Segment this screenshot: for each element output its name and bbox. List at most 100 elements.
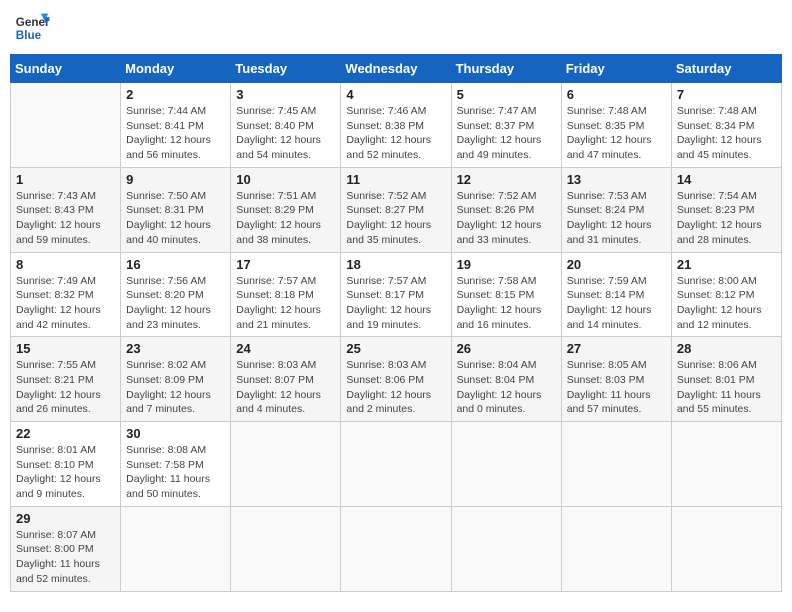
- weekday-saturday: Saturday: [671, 55, 781, 83]
- calendar-cell: 12 Sunrise: 7:52 AMSunset: 8:26 PMDayligh…: [451, 167, 561, 252]
- day-number: 5: [457, 87, 556, 102]
- weekday-wednesday: Wednesday: [341, 55, 451, 83]
- logo: General Blue: [14, 10, 54, 46]
- calendar-cell: 25 Sunrise: 8:03 AMSunset: 8:06 PMDayligh…: [341, 337, 451, 422]
- day-info: Sunrise: 7:48 AMSunset: 8:35 PMDaylight:…: [567, 104, 666, 163]
- day-number: 25: [346, 341, 445, 356]
- calendar-cell: 10Sunrise: 7:51 AMSunset: 8:29 PMDayligh…: [231, 167, 341, 252]
- day-number: 7: [677, 87, 776, 102]
- weekday-tuesday: Tuesday: [231, 55, 341, 83]
- calendar-row: 1 Sunrise: 7:43 AMSunset: 8:43 PMDaylight…: [11, 167, 782, 252]
- calendar-cell: [671, 422, 781, 507]
- svg-text:Blue: Blue: [16, 29, 42, 42]
- day-info: Sunrise: 7:49 AMSunset: 8:32 PMDaylight:…: [16, 274, 115, 333]
- day-info: Sunrise: 8:02 AMSunset: 8:09 PMDaylight:…: [126, 358, 225, 417]
- day-number: 28: [677, 341, 776, 356]
- day-number: 19: [457, 257, 556, 272]
- calendar-table: SundayMondayTuesdayWednesdayThursdayFrid…: [10, 54, 782, 592]
- calendar-cell: [11, 83, 121, 168]
- calendar-body: 2Sunrise: 7:44 AMSunset: 8:41 PMDaylight…: [11, 83, 782, 592]
- weekday-monday: Monday: [121, 55, 231, 83]
- day-number: 24: [236, 341, 335, 356]
- weekday-friday: Friday: [561, 55, 671, 83]
- day-number: 15: [16, 341, 115, 356]
- day-number: 3: [236, 87, 335, 102]
- day-number: 23: [126, 341, 225, 356]
- day-info: Sunrise: 8:03 AMSunset: 8:07 PMDaylight:…: [236, 358, 335, 417]
- calendar-cell: 24 Sunrise: 8:03 AMSunset: 8:07 PMDayligh…: [231, 337, 341, 422]
- weekday-thursday: Thursday: [451, 55, 561, 83]
- day-number: 2: [126, 87, 225, 102]
- calendar-cell: 8 Sunrise: 7:49 AMSunset: 8:32 PMDaylight…: [11, 252, 121, 337]
- day-number: 27: [567, 341, 666, 356]
- day-number: 30: [126, 426, 225, 441]
- day-number: 11: [346, 172, 445, 187]
- day-info: Sunrise: 8:01 AMSunset: 8:10 PMDaylight:…: [16, 443, 115, 502]
- calendar-cell: 21 Sunrise: 8:00 AMSunset: 8:12 PMDayligh…: [671, 252, 781, 337]
- calendar-cell: 17Sunrise: 7:57 AMSunset: 8:18 PMDayligh…: [231, 252, 341, 337]
- calendar-cell: 28 Sunrise: 8:06 AMSunset: 8:01 PMDayligh…: [671, 337, 781, 422]
- day-info: Sunrise: 7:52 AMSunset: 8:27 PMDaylight:…: [346, 189, 445, 248]
- calendar-row: 2Sunrise: 7:44 AMSunset: 8:41 PMDaylight…: [11, 83, 782, 168]
- calendar-row: 22 Sunrise: 8:01 AMSunset: 8:10 PMDayligh…: [11, 422, 782, 507]
- day-info: Sunrise: 8:04 AMSunset: 8:04 PMDaylight:…: [457, 358, 556, 417]
- day-number: 18: [346, 257, 445, 272]
- day-number: 8: [16, 257, 115, 272]
- calendar-cell: 9 Sunrise: 7:50 AMSunset: 8:31 PMDaylight…: [121, 167, 231, 252]
- calendar-cell: 5 Sunrise: 7:47 AMSunset: 8:37 PMDaylight…: [451, 83, 561, 168]
- day-number: 16: [126, 257, 225, 272]
- day-number: 22: [16, 426, 115, 441]
- day-number: 9: [126, 172, 225, 187]
- day-info: Sunrise: 7:50 AMSunset: 8:31 PMDaylight:…: [126, 189, 225, 248]
- calendar-cell: 3 Sunrise: 7:45 AMSunset: 8:40 PMDaylight…: [231, 83, 341, 168]
- day-number: 14: [677, 172, 776, 187]
- day-number: 26: [457, 341, 556, 356]
- calendar-cell: 6Sunrise: 7:48 AMSunset: 8:35 PMDaylight…: [561, 83, 671, 168]
- calendar-cell: 15 Sunrise: 7:55 AMSunset: 8:21 PMDayligh…: [11, 337, 121, 422]
- day-number: 1: [16, 172, 115, 187]
- day-info: Sunrise: 8:07 AMSunset: 8:00 PMDaylight:…: [16, 528, 115, 587]
- day-info: Sunrise: 7:45 AMSunset: 8:40 PMDaylight:…: [236, 104, 335, 163]
- day-info: Sunrise: 7:48 AMSunset: 8:34 PMDaylight:…: [677, 104, 776, 163]
- day-info: Sunrise: 8:00 AMSunset: 8:12 PMDaylight:…: [677, 274, 776, 333]
- calendar-cell: 2Sunrise: 7:44 AMSunset: 8:41 PMDaylight…: [121, 83, 231, 168]
- page-header: General Blue: [10, 10, 782, 46]
- calendar-cell: 23 Sunrise: 8:02 AMSunset: 8:09 PMDayligh…: [121, 337, 231, 422]
- day-number: 4: [346, 87, 445, 102]
- calendar-cell: 26 Sunrise: 8:04 AMSunset: 8:04 PMDayligh…: [451, 337, 561, 422]
- calendar-cell: [121, 506, 231, 591]
- calendar-cell: [231, 422, 341, 507]
- day-info: Sunrise: 7:54 AMSunset: 8:23 PMDaylight:…: [677, 189, 776, 248]
- day-info: Sunrise: 8:08 AMSunset: 7:58 PMDaylight:…: [126, 443, 225, 502]
- calendar-cell: 22 Sunrise: 8:01 AMSunset: 8:10 PMDayligh…: [11, 422, 121, 507]
- calendar-cell: 16 Sunrise: 7:56 AMSunset: 8:20 PMDayligh…: [121, 252, 231, 337]
- weekday-header-row: SundayMondayTuesdayWednesdayThursdayFrid…: [11, 55, 782, 83]
- calendar-cell: [561, 506, 671, 591]
- calendar-cell: 20Sunrise: 7:59 AMSunset: 8:14 PMDayligh…: [561, 252, 671, 337]
- calendar-cell: 18 Sunrise: 7:57 AMSunset: 8:17 PMDayligh…: [341, 252, 451, 337]
- day-info: Sunrise: 7:43 AMSunset: 8:43 PMDaylight:…: [16, 189, 115, 248]
- calendar-cell: 14 Sunrise: 7:54 AMSunset: 8:23 PMDayligh…: [671, 167, 781, 252]
- day-info: Sunrise: 8:06 AMSunset: 8:01 PMDaylight:…: [677, 358, 776, 417]
- calendar-cell: 19 Sunrise: 7:58 AMSunset: 8:15 PMDayligh…: [451, 252, 561, 337]
- calendar-cell: 11 Sunrise: 7:52 AMSunset: 8:27 PMDayligh…: [341, 167, 451, 252]
- day-info: Sunrise: 7:55 AMSunset: 8:21 PMDaylight:…: [16, 358, 115, 417]
- day-info: Sunrise: 7:52 AMSunset: 8:26 PMDaylight:…: [457, 189, 556, 248]
- calendar-cell: [341, 422, 451, 507]
- calendar-cell: 30 Sunrise: 8:08 AMSunset: 7:58 PMDayligh…: [121, 422, 231, 507]
- calendar-cell: 1 Sunrise: 7:43 AMSunset: 8:43 PMDaylight…: [11, 167, 121, 252]
- day-number: 12: [457, 172, 556, 187]
- logo-icon: General Blue: [14, 10, 50, 46]
- day-info: Sunrise: 7:57 AMSunset: 8:17 PMDaylight:…: [346, 274, 445, 333]
- calendar-row: 8 Sunrise: 7:49 AMSunset: 8:32 PMDaylight…: [11, 252, 782, 337]
- day-info: Sunrise: 8:03 AMSunset: 8:06 PMDaylight:…: [346, 358, 445, 417]
- day-info: Sunrise: 8:05 AMSunset: 8:03 PMDaylight:…: [567, 358, 666, 417]
- day-number: 17: [236, 257, 335, 272]
- day-info: Sunrise: 7:56 AMSunset: 8:20 PMDaylight:…: [126, 274, 225, 333]
- calendar-cell: [561, 422, 671, 507]
- calendar-cell: [451, 422, 561, 507]
- day-number: 21: [677, 257, 776, 272]
- day-info: Sunrise: 7:58 AMSunset: 8:15 PMDaylight:…: [457, 274, 556, 333]
- day-info: Sunrise: 7:47 AMSunset: 8:37 PMDaylight:…: [457, 104, 556, 163]
- day-number: 13: [567, 172, 666, 187]
